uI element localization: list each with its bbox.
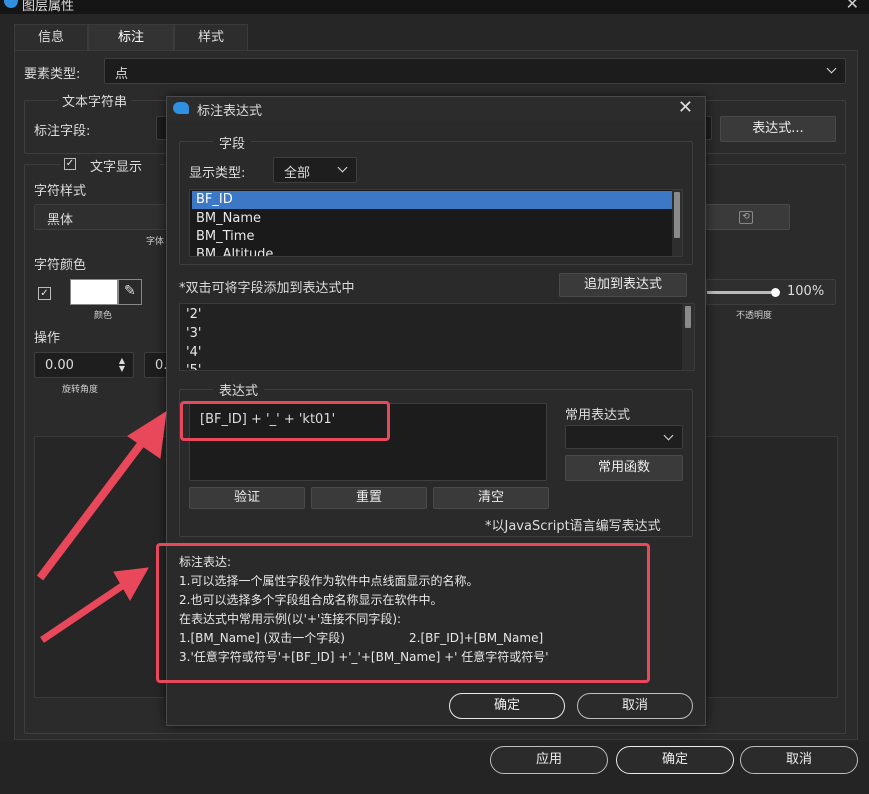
arrow-to-expression [36, 429, 154, 581]
arrow-to-help [40, 579, 130, 643]
annotation-arrows [36, 411, 167, 643]
